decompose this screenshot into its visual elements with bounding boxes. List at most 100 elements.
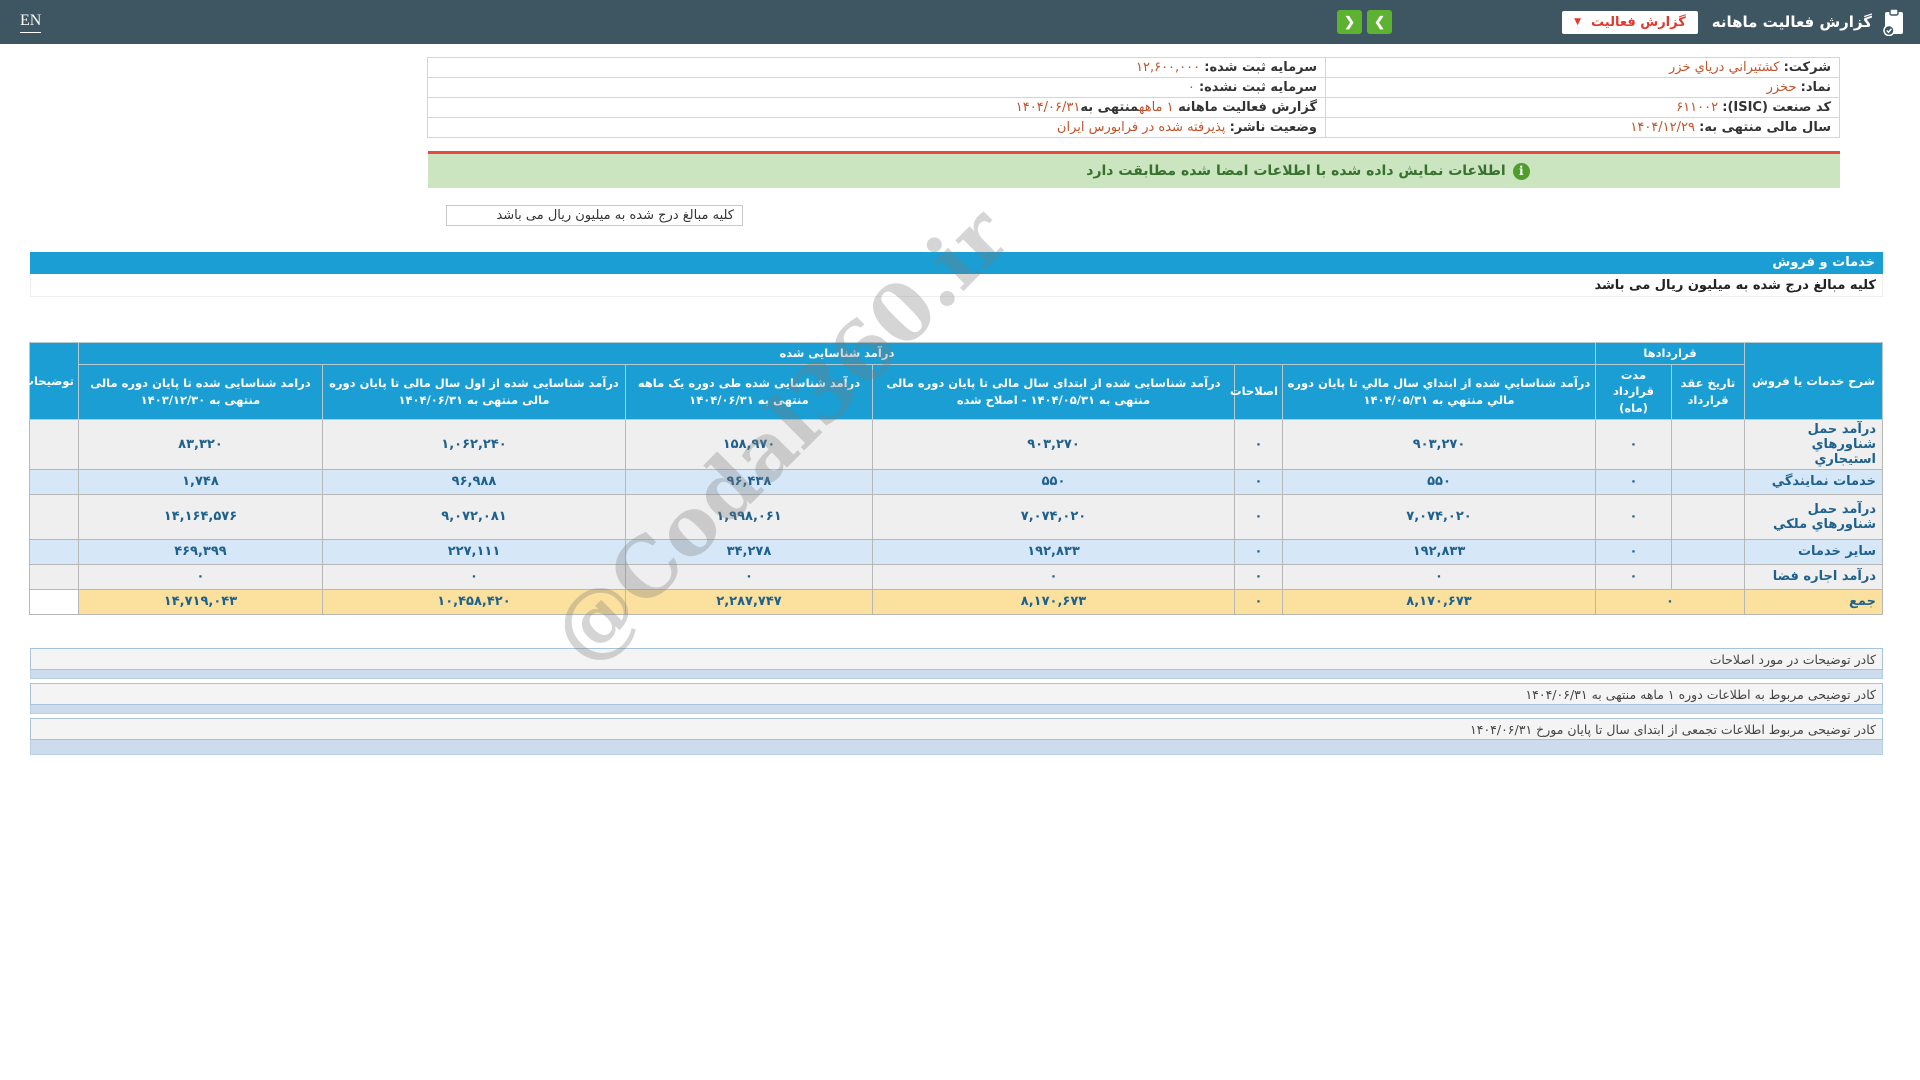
isic-value: ۶۱۱۰۰۲ xyxy=(1676,100,1719,115)
amendments-cell: ۰ xyxy=(1233,563,1283,590)
col-amendments: اصلاحات xyxy=(1230,363,1283,420)
contract-months-cell: ۰ xyxy=(1594,418,1673,470)
signed-info-banner: i اطلاعات نمایش داده شده با اطلاعات امضا… xyxy=(428,154,1840,188)
rev-amended-cell: ۵۵۰ xyxy=(871,468,1235,495)
amendments-cell: ۰ xyxy=(1233,538,1283,565)
section-header-services: خدمات و فروش xyxy=(30,252,1883,274)
table-row: درآمد اجاره فضا ۰ ۰ ۰ ۰ ۰ ۰ ۰ xyxy=(28,563,1883,590)
info-row: نماد: حخزر سرمایه ثبت نشده: ۰ xyxy=(427,77,1840,98)
symbol-value: حخزر xyxy=(1766,80,1797,95)
company-cell: شرکت: کشتيراني درياي خزر xyxy=(1325,57,1840,78)
codal-monthly-activity-page: گزارش فعالیت ماهانه گزارش فعالیت ▼ ❯ ❮ E… xyxy=(0,0,1920,1080)
nav-forward-button[interactable]: ❯ xyxy=(1367,10,1393,34)
main-content: خدمات و فروش کلیه مبالغ درج شده به میلیو… xyxy=(22,252,1883,755)
units-note-box: کلیه مبالغ درج شده به میلیون ریال می باش… xyxy=(446,205,743,226)
rev-amended-cell: ۷,۰۷۴,۰۲۰ xyxy=(871,493,1235,540)
info-row: کد صنعت (ISIC): ۶۱۱۰۰۲ گزارش فعالیت ماها… xyxy=(427,97,1840,118)
rev-ytd-cell: ۲۲۷,۱۱۱ xyxy=(321,538,626,565)
notes-cell xyxy=(28,468,79,495)
report-type-dropdown[interactable]: گزارش فعالیت ▼ xyxy=(1562,10,1698,34)
rev-amended-cell: ۰ xyxy=(871,563,1235,590)
rev-to-0531-cell: ۰ xyxy=(1281,563,1596,590)
contract-date-cell xyxy=(1671,563,1745,590)
total-rev-prev-year: ۱۴,۷۱۹,۰۴۳ xyxy=(77,588,323,615)
col-rev-to-0531-amended: درآمد شناسایی شده از ابتدای سال مالی تا … xyxy=(871,363,1235,420)
report-period-length: ۱ ماهه xyxy=(1138,100,1174,115)
fiscal-year-label: سال مالی منتهی به: xyxy=(1699,120,1831,135)
report-navigation: ❯ ❮ xyxy=(1337,10,1393,34)
rev-prev-year-cell: ۴۶۹,۳۹۹ xyxy=(77,538,323,565)
amendments-cell: ۰ xyxy=(1233,468,1283,495)
company-info-section: شرکت: کشتيراني درياي خزر سرمایه ثبت شده:… xyxy=(427,57,1840,226)
col-rev-ytd: درآمد شناسایی شده از اول سال مالی تا پای… xyxy=(321,363,626,420)
rev-one-month-cell: ۹۶,۴۳۸ xyxy=(624,468,873,495)
row-description: درآمد حمل شناورهاي استيجاري xyxy=(1744,418,1883,470)
capital-unregistered-label: سرمایه ثبت نشده: xyxy=(1198,80,1317,95)
topbar: گزارش فعالیت ماهانه گزارش فعالیت ▼ ❯ ❮ E… xyxy=(0,0,1920,44)
cumulative-explanation-header: کادر توضیحی مربوط اطلاعات تجمعی از ابتدا… xyxy=(30,717,1883,740)
period-explanation-area xyxy=(30,704,1883,714)
rev-to-0531-cell: ۵۵۰ xyxy=(1281,468,1596,495)
table-row: درآمد حمل شناورهاي استيجاري ۰ ۹۰۳,۲۷۰ ۰ … xyxy=(28,418,1883,470)
isic-cell: کد صنعت (ISIC): ۶۱۱۰۰۲ xyxy=(1325,97,1840,118)
rev-one-month-cell: ۱۵۸,۹۷۰ xyxy=(624,418,873,470)
total-contract-cell: ۰ xyxy=(1594,588,1746,615)
notes-cell xyxy=(28,538,79,565)
rev-one-month-cell: ۳۴,۲۷۸ xyxy=(624,538,873,565)
capital-registered-label: سرمایه ثبت شده: xyxy=(1204,60,1317,75)
col-contract-months: مدت قرارداد (ماه) xyxy=(1594,363,1673,420)
capital-registered-value: ۱۲,۶۰۰,۰۰۰ xyxy=(1136,60,1201,75)
contract-months-cell: ۰ xyxy=(1594,468,1673,495)
row-description: درآمد حمل شناورهاي ملکي xyxy=(1744,493,1883,540)
fiscal-year-cell: سال مالی منتهی به: ۱۴۰۴/۱۲/۲۹ xyxy=(1325,117,1840,138)
info-row: سال مالی منتهی به: ۱۴۰۴/۱۲/۲۹ وضعیت ناشر… xyxy=(427,117,1840,138)
page-title: گزارش فعالیت ماهانه xyxy=(1711,13,1872,31)
contract-months-cell: ۰ xyxy=(1594,493,1673,540)
table-group-header-row: شرح خدمات یا فروش قراردادها درآمد شناسای… xyxy=(22,342,1883,420)
notes-cell xyxy=(28,493,79,540)
contract-date-cell xyxy=(1671,468,1745,495)
issuer-status-label: وضعیت ناشر: xyxy=(1229,120,1317,135)
contract-date-cell xyxy=(1671,493,1745,540)
services-sales-table: شرح خدمات یا فروش قراردادها درآمد شناسای… xyxy=(22,342,1883,615)
contract-date-cell xyxy=(1671,538,1745,565)
rev-ytd-cell: ۹,۰۷۲,۰۸۱ xyxy=(321,493,626,540)
col-contract-date: تاریخ عقد قرارداد xyxy=(1671,363,1745,420)
table-header-row: تاریخ عقد قرارداد مدت قرارداد (ماه) درآم… xyxy=(29,363,1882,420)
total-rev-amended: ۸,۱۷۰,۶۷۳ xyxy=(871,588,1235,615)
nav-back-button[interactable]: ❮ xyxy=(1337,10,1363,34)
capital-unregistered-cell: سرمایه ثبت نشده: ۰ xyxy=(427,77,1326,98)
amendments-explanation-area xyxy=(30,669,1883,679)
table-row: درآمد حمل شناورهاي ملکي ۰ ۷,۰۷۴,۰۲۰ ۰ ۷,… xyxy=(28,493,1883,540)
rev-ytd-cell: ۱,۰۶۲,۲۴۰ xyxy=(321,418,626,470)
total-rev-to-0531: ۸,۱۷۰,۶۷۳ xyxy=(1281,588,1596,615)
rev-one-month-cell: ۱,۹۹۸,۰۶۱ xyxy=(624,493,873,540)
issuer-status-cell: وضعیت ناشر: پذیرفته شده در فرابورس ایران xyxy=(427,117,1326,138)
language-toggle[interactable]: EN xyxy=(20,12,42,33)
rev-to-0531-cell: ۷,۰۷۴,۰۲۰ xyxy=(1281,493,1596,540)
fiscal-year-value: ۱۴۰۴/۱۲/۲۹ xyxy=(1630,120,1695,135)
cumulative-explanation-area xyxy=(30,739,1883,755)
col-description: شرح خدمات یا فروش xyxy=(1744,342,1883,420)
symbol-cell: نماد: حخزر xyxy=(1325,77,1840,98)
amendments-explanation-header: کادر توضیحات در مورد اصلاحات xyxy=(30,647,1883,670)
symbol-label: نماد: xyxy=(1800,80,1831,95)
capital-registered-cell: سرمایه ثبت شده: ۱۲,۶۰۰,۰۰۰ xyxy=(427,57,1326,78)
table-row: خدمات نمايندگي ۰ ۵۵۰ ۰ ۵۵۰ ۹۶,۴۳۸ ۹۶,۹۸۸… xyxy=(28,468,1883,495)
info-icon: i xyxy=(1512,162,1530,180)
group-revenue: درآمد شناسایی شده xyxy=(77,342,1596,365)
col-rev-to-0531: درآمد شناسايي شده از ابتداي سال مالي تا … xyxy=(1281,363,1596,420)
notes-cell xyxy=(28,563,79,590)
notes-cell xyxy=(28,588,79,615)
report-period-middle: منتهی به xyxy=(1080,100,1139,115)
explanations-section: کادر توضیحات در مورد اصلاحات کادر توضیحی… xyxy=(30,647,1883,755)
col-notes: توضیحات xyxy=(22,342,79,420)
row-description: ساير خدمات xyxy=(1744,538,1883,565)
rev-amended-cell: ۱۹۲,۸۳۳ xyxy=(871,538,1235,565)
total-label: جمع xyxy=(1744,588,1883,615)
rev-ytd-cell: ۹۶,۹۸۸ xyxy=(321,468,626,495)
rev-prev-year-cell: ۰ xyxy=(77,563,323,590)
clipboard-report-icon xyxy=(1883,8,1903,36)
row-description: درآمد اجاره فضا xyxy=(1744,563,1883,590)
report-period-prefix: گزارش فعالیت ماهانه xyxy=(1173,100,1317,115)
